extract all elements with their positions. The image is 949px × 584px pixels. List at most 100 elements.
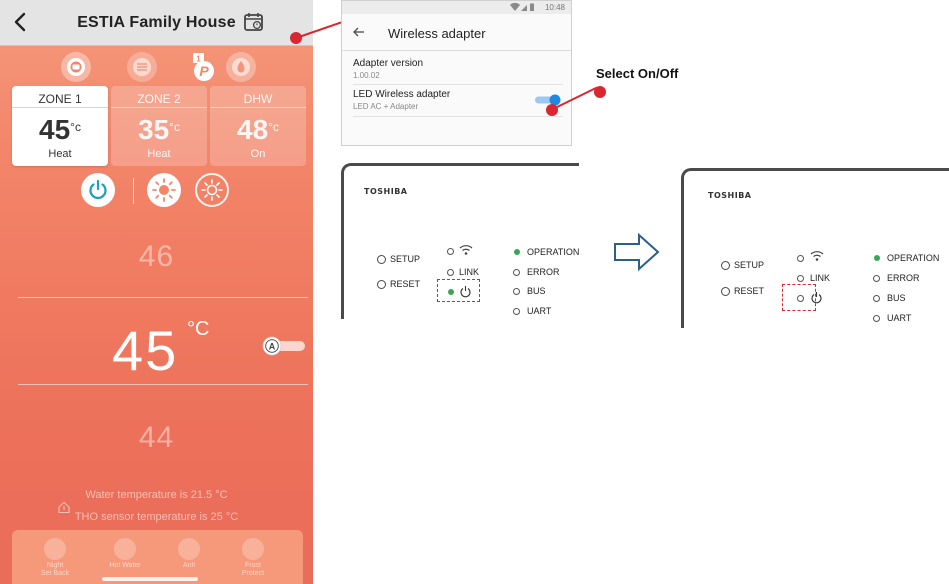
moon-icon — [44, 538, 66, 560]
adapter-version-label: Adapter version — [353, 58, 424, 69]
zone-name: ZONE 1 — [12, 86, 108, 108]
tray-item-frost-protect[interactable]: Frost Protect — [228, 538, 278, 578]
control-divider — [133, 178, 134, 204]
fan-icon — [178, 538, 200, 560]
mode-icon-row: P 1 — [0, 52, 313, 86]
highlight-box-power-led — [782, 284, 816, 311]
uart-led — [513, 308, 520, 315]
zone-card-dhw[interactable]: DHW 48°c On — [210, 86, 306, 166]
zone-temp: 35°c — [111, 114, 207, 145]
function-tray: Night Set Back Hot Water Anti Frost Prot… — [12, 530, 303, 584]
tray-label: Night Set Back — [40, 562, 69, 577]
uart-label: UART — [527, 306, 552, 316]
zone-card-zone-2[interactable]: ZONE 2 35°c Heat — [111, 86, 207, 166]
set-temp-value: 45 — [112, 319, 179, 382]
heat-mode-button[interactable] — [147, 173, 181, 207]
set-temp-up-value[interactable]: 46 — [0, 240, 313, 274]
annotation-dot-toggle — [546, 104, 558, 116]
operation-led — [514, 249, 520, 255]
back-arrow-icon[interactable] — [352, 25, 366, 39]
zone-temp-unit: °c — [169, 120, 180, 134]
auto-mode-toggle[interactable]: A — [259, 336, 307, 356]
led-wireless-adapter-label: LED Wireless adapter — [353, 89, 451, 100]
estia-app-screen: ESTIA Family House P 1 ZONE 1 45°c Heat … — [0, 0, 313, 584]
zone-name: ZONE 2 — [111, 86, 207, 108]
error-led — [873, 275, 880, 282]
reset-label: RESET — [390, 279, 421, 289]
reset-button-icon[interactable] — [721, 287, 730, 296]
link-label: LINK — [459, 267, 480, 277]
zone-temp-value: 48 — [237, 114, 269, 145]
setup-label: SETUP — [734, 260, 765, 270]
schedule-calendar-icon[interactable] — [243, 11, 265, 33]
tho-sensor-text: THO sensor temperature is 25 °C — [74, 511, 239, 523]
zone-temp-unit: °c — [268, 120, 279, 134]
tray-item-anti[interactable]: Anti — [164, 538, 214, 570]
zone-mode: Heat — [48, 148, 72, 160]
adapter-panel-before: TOSHIBA SETUP RESET LINK OPERATION ERROR… — [341, 163, 579, 319]
wifi-led — [447, 248, 454, 255]
error-label: ERROR — [527, 267, 560, 277]
power-button[interactable] — [81, 173, 115, 207]
reset-button-icon[interactable] — [377, 280, 386, 289]
zone-temp-unit: °c — [70, 120, 81, 134]
water-drop-icon[interactable] — [226, 52, 256, 82]
tray-label: Frost Protect — [241, 562, 265, 577]
tray-label: Hot Water — [109, 562, 141, 569]
status-bar: 10:48 — [342, 1, 571, 14]
set-temp-down-value[interactable]: 44 — [0, 421, 313, 455]
zone-temp-value: 45 — [39, 114, 71, 145]
panel-brand: TOSHIBA — [708, 191, 752, 200]
control-row — [0, 173, 313, 213]
uart-label: UART — [887, 313, 912, 323]
zone-mode-icon[interactable] — [61, 52, 91, 82]
set-temp-unit: °C — [187, 318, 210, 340]
zone-cards: ZONE 1 45°c Heat ZONE 2 35°c Heat DHW 48… — [12, 86, 312, 166]
composite-screenshot: ESTIA Family House P 1 ZONE 1 45°c Heat … — [0, 0, 949, 584]
app-title: ESTIA Family House — [77, 14, 236, 31]
wireless-adapter-settings: 10:48 Wireless adapter Adapter version 1… — [341, 0, 572, 146]
operation-label: OPERATION — [527, 247, 579, 257]
home-indicator — [102, 577, 198, 581]
setting-divider — [353, 116, 563, 117]
setup-label: SETUP — [390, 254, 421, 264]
tray-item-hot-water[interactable]: Hot Water — [100, 538, 150, 570]
tray-item-night-set-back[interactable]: Night Set Back — [30, 538, 80, 578]
highlight-box-power-led — [437, 279, 480, 302]
parking-1p-icon[interactable]: P 1 — [187, 52, 221, 82]
power-icon — [89, 179, 107, 200]
sun-snow-icon — [201, 179, 223, 201]
svg-text:A: A — [269, 342, 276, 352]
setup-button-icon[interactable] — [377, 255, 386, 264]
svg-text:P: P — [199, 63, 209, 79]
reset-label: RESET — [734, 286, 765, 296]
frost-icon — [242, 538, 264, 560]
callout-select-on-off: Select On/Off — [596, 66, 679, 81]
hot-water-icon — [114, 538, 136, 560]
zone-temp: 48°c — [210, 114, 306, 145]
wifi-icon — [810, 251, 824, 261]
zone-name: DHW — [210, 86, 306, 108]
bus-label: BUS — [527, 286, 546, 296]
link-led — [797, 275, 804, 282]
wifi-led — [797, 255, 804, 262]
adapter-panel-after: TOSHIBA SETUP RESET LINK OPERATION ERROR… — [681, 168, 949, 328]
arrow-right-icon — [614, 232, 660, 272]
bus-label: BUS — [887, 293, 906, 303]
setup-button-icon[interactable] — [721, 261, 730, 270]
link-led — [447, 269, 454, 276]
operation-led — [874, 255, 880, 261]
error-led — [513, 269, 520, 276]
settings-toolbar: Wireless adapter — [342, 14, 571, 51]
status-icons — [510, 2, 534, 12]
led-wireless-adapter-sub: LED AC + Adapter — [353, 102, 419, 111]
error-label: ERROR — [887, 273, 920, 283]
setting-divider — [353, 84, 563, 85]
bus-led — [873, 295, 880, 302]
auto-mode-button[interactable] — [195, 173, 229, 207]
zone-temp-value: 35 — [138, 114, 170, 145]
bus-led — [513, 288, 520, 295]
zone-card-zone-1[interactable]: ZONE 1 45°c Heat — [12, 86, 108, 166]
heater-icon[interactable] — [127, 52, 157, 82]
tray-label: Anti — [182, 562, 196, 569]
